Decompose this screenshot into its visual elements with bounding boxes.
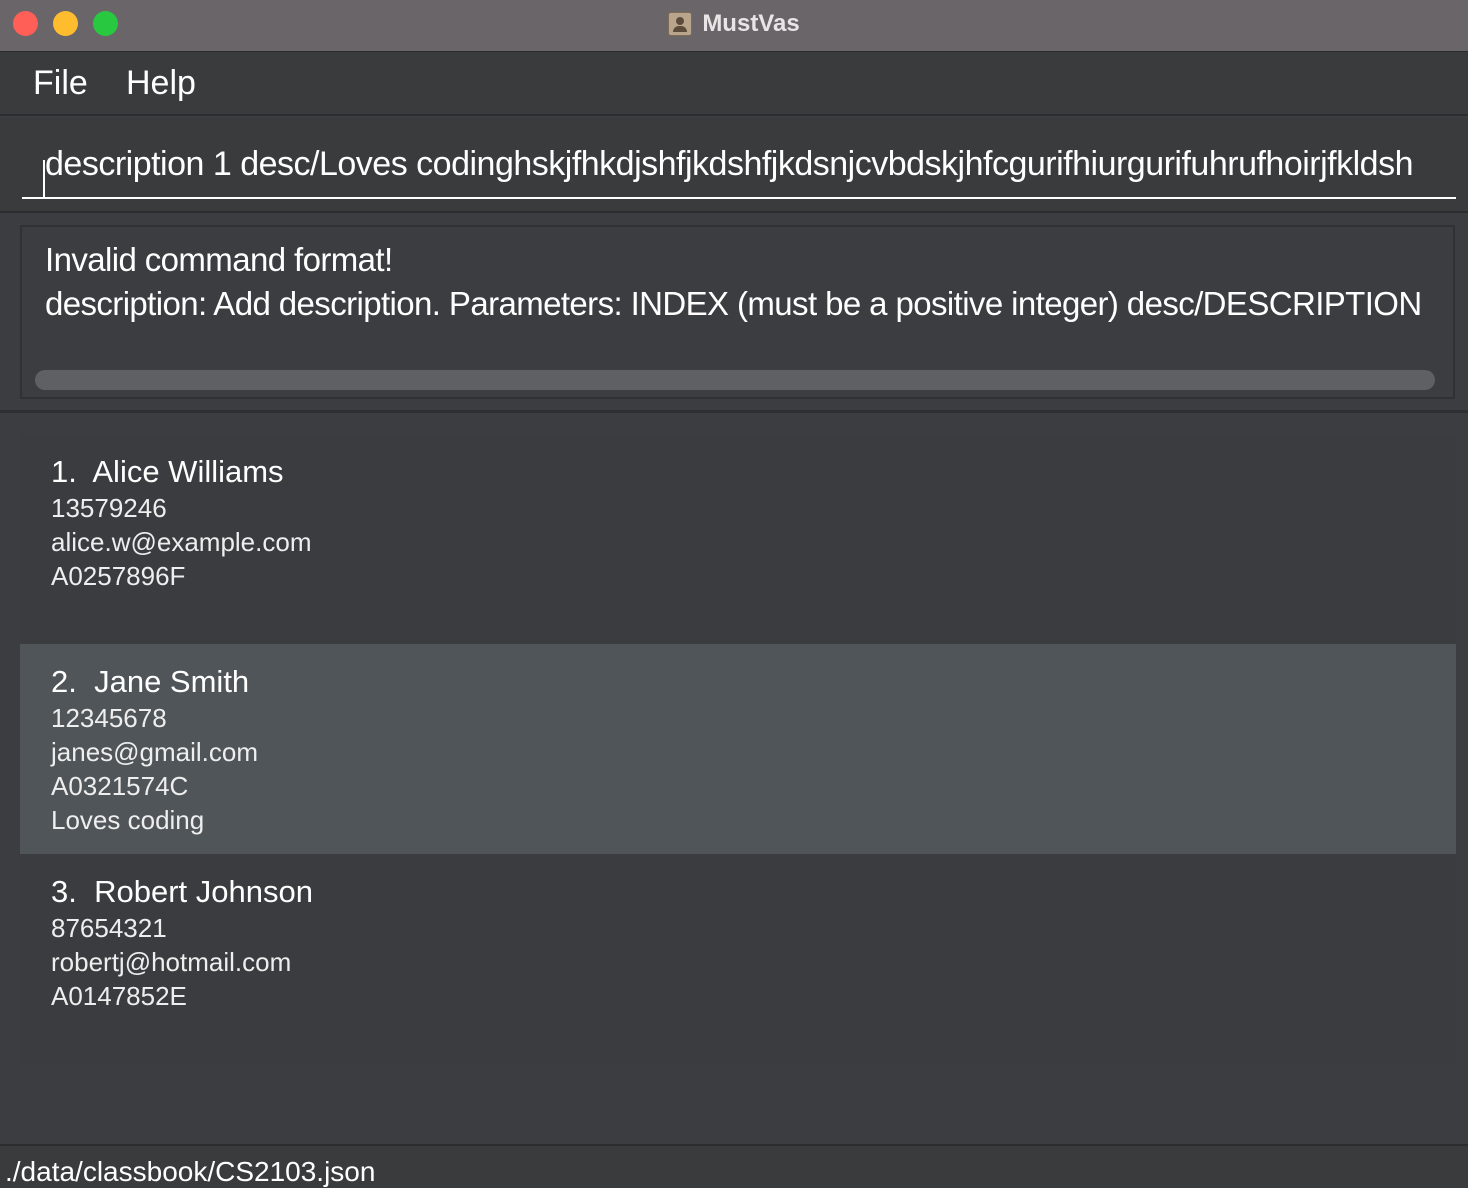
app-contacts-icon [668,12,693,36]
person-name: Robert Johnson [94,874,313,909]
person-phone: 13579246 [51,493,167,523]
status-bar: ./data/classbook/CS2103.json [0,1144,1468,1188]
result-message-usage: description: Add description. Parameters… [45,285,1422,322]
result-display: Invalid command format! description: Add… [20,225,1455,399]
title-bar: MustVas [0,0,1468,52]
person-index: 3. [51,874,77,909]
person-student-id: A0257896F [51,561,186,591]
person-student-id: A0321574C [51,771,189,801]
person-name: Jane Smith [94,664,250,699]
person-description: Loves coding [51,805,205,835]
save-file-path: ./data/classbook/CS2103.json [5,1156,376,1187]
window-title-group: MustVas [0,0,1468,48]
result-message-title: Invalid command format! [45,241,393,278]
person-index: 1. [51,454,77,489]
command-input-text[interactable]: description 1 desc/Loves codinghskjfhkdj… [45,140,1435,188]
person-card[interactable]: 1. Alice Williams 13579246 alice.w@examp… [20,434,1456,644]
person-list[interactable]: 1. Alice Williams 13579246 alice.w@examp… [20,434,1456,1064]
person-phone: 87654321 [51,913,167,943]
person-index: 2. [51,664,77,699]
person-email: alice.w@example.com [51,527,312,557]
person-email: janes@gmail.com [51,737,259,767]
person-name: Alice Williams [92,454,284,489]
menu-file[interactable]: File [33,64,88,103]
person-email: robertj@hotmail.com [51,947,292,977]
window-title: MustVas [702,10,800,37]
menu-bar: File Help [0,52,1468,116]
result-horizontal-scrollbar[interactable] [35,370,1435,390]
person-card[interactable]: 3. Robert Johnson 87654321 robertj@hotma… [20,854,1456,1064]
person-student-id: A0147852E [51,981,187,1011]
person-phone: 12345678 [51,703,167,733]
person-name-line: 3. Robert Johnson [51,874,313,910]
person-name-line: 1. Alice Williams [51,454,284,490]
menu-help[interactable]: Help [126,64,196,103]
section-divider [0,410,1468,413]
person-name-line: 2. Jane Smith [51,664,249,700]
person-card-selected[interactable]: 2. Jane Smith 12345678 janes@gmail.com A… [20,644,1456,854]
